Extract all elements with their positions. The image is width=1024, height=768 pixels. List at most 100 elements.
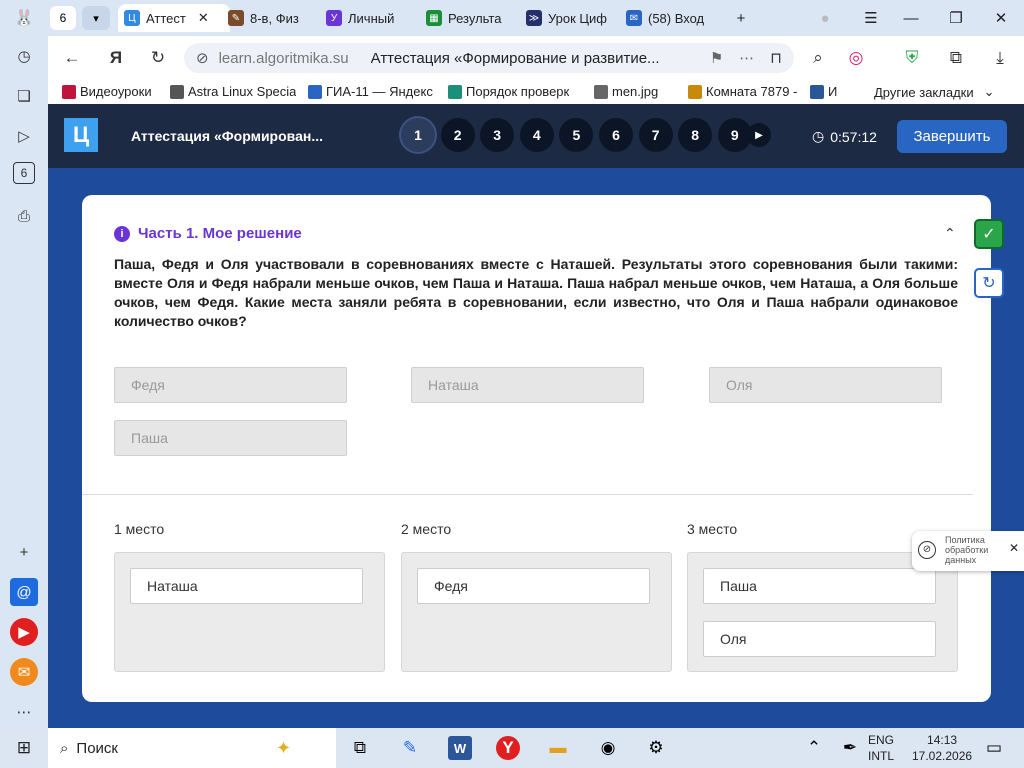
play-icon: ▶ [755, 129, 763, 141]
browser-tab[interactable]: ▦ Результа [426, 4, 518, 32]
tab-groups-badge[interactable]: 6 [13, 162, 35, 184]
question-nav-8[interactable]: 8 [678, 118, 713, 152]
bookmark-item[interactable]: Комната 7879 - Б [688, 84, 800, 99]
answer-chip[interactable]: Наташа [130, 568, 363, 604]
bookmark-item[interactable]: Astra Linux Specia [170, 84, 296, 99]
question-nav-2[interactable]: 2 [440, 118, 475, 152]
tab-label: Аттест [146, 10, 186, 26]
alice-icon[interactable]: ◎ [844, 46, 868, 70]
question-nav-1[interactable]: 1 [401, 118, 435, 152]
messenger-app-icon[interactable]: ✉ [10, 658, 38, 686]
history-icon[interactable]: ◷ [10, 42, 38, 70]
answer-chip[interactable]: Федя [417, 568, 650, 604]
more-icon[interactable]: ⋯ [10, 698, 38, 726]
answer-chip[interactable]: Оля [703, 621, 936, 657]
site-info-icon[interactable]: ⊘ [196, 49, 209, 67]
bookmark-item[interactable]: Видеоуроки [62, 84, 152, 99]
tab-favicon-icon: ✉ [626, 10, 642, 26]
answer-chip[interactable]: Паша [703, 568, 936, 604]
add-panel-icon[interactable]: + [10, 538, 38, 566]
question-nav-6[interactable]: 6 [599, 118, 633, 152]
collapse-icon[interactable]: ⌃ [944, 225, 956, 242]
question-nav-7[interactable]: 7 [638, 118, 673, 152]
question-nav-3[interactable]: 3 [480, 118, 515, 152]
bookmark-icon [810, 84, 824, 99]
browser-tab[interactable]: Ц Аттест ✕ [118, 4, 230, 32]
taskbar-search[interactable]: ⌕ Поиск ✦ [48, 728, 336, 768]
place-label: 2 место [401, 521, 452, 537]
yandex-icon[interactable]: Я [104, 46, 128, 70]
reset-button[interactable]: ↻ [974, 268, 1004, 298]
music-app-icon[interactable]: ▶ [10, 618, 38, 646]
other-bookmarks[interactable]: Другие закладки ⌄ [874, 84, 995, 100]
browser-tab[interactable]: ✎ 8-в, Физ [228, 4, 320, 32]
bookmarks-bar: Другие закладки ⌄ Видеоуроки Astra Linux S… [48, 80, 1024, 104]
collections-icon[interactable]: ❏ [10, 82, 38, 110]
tab-list-button[interactable]: ▾ [82, 6, 110, 30]
mail-app-icon[interactable]: @ [10, 578, 38, 606]
eye-app-icon[interactable]: ◉ [596, 736, 620, 760]
tab-label: Личный [348, 10, 395, 26]
bookmark-item[interactable]: men.jpg [594, 84, 658, 99]
windows-start-icon[interactable]: ⊞ [12, 736, 36, 760]
close-tab-icon[interactable]: ✕ [198, 10, 209, 26]
download-icon[interactable]: ⤓ [988, 46, 1012, 70]
screenshot-icon[interactable]: ⎙ [10, 202, 38, 230]
menu-icon[interactable]: ☰ [858, 6, 884, 30]
bookmark-icon [308, 84, 322, 99]
source-chip-placeholder: Паша [114, 420, 347, 456]
bookmark-item[interactable]: Порядок проверк [448, 84, 569, 99]
tab-favicon-icon: У [326, 10, 342, 26]
task-view-icon[interactable]: ⧉ [348, 736, 372, 760]
search-icon[interactable]: ⌕ [806, 46, 830, 70]
bookmark-icon [448, 84, 462, 99]
word-app-icon[interactable]: W [448, 736, 472, 760]
browser-tab[interactable]: ≫ Урок Циф [526, 4, 618, 32]
restore-button[interactable]: ❐ [943, 6, 969, 30]
part-header-label: Часть 1. Мое решение [138, 225, 302, 242]
next-questions-button[interactable]: ▶ [747, 123, 771, 147]
profile-icon[interactable]: 🐰 [10, 4, 38, 32]
language-indicator[interactable]: ENG INTL [868, 732, 894, 764]
check-button[interactable]: ✓ [974, 219, 1004, 249]
browser-tab[interactable]: У Личный [326, 4, 418, 32]
file-explorer-icon[interactable]: ▬ [546, 736, 570, 760]
more-options-icon[interactable]: ⋯ [739, 49, 754, 67]
divider [82, 494, 973, 495]
close-window-button[interactable]: ✕ [988, 6, 1014, 30]
pen-icon[interactable]: ✒ [838, 736, 862, 760]
clock[interactable]: 14:13 17.02.2026 [912, 732, 972, 764]
video-icon[interactable]: ▷ [10, 122, 38, 150]
back-icon[interactable]: ← [60, 46, 84, 70]
translate-icon[interactable]: ⚑ [710, 49, 723, 67]
extensions-icon[interactable]: ⧉ [944, 46, 968, 70]
question-nav-4[interactable]: 4 [519, 118, 554, 152]
new-tab-button[interactable]: + [728, 6, 754, 30]
question-nav-5[interactable]: 5 [559, 118, 594, 152]
tab-favicon-icon: ✎ [228, 10, 244, 26]
reload-icon[interactable]: ↻ [146, 46, 170, 70]
account-icon[interactable]: ● [812, 6, 838, 30]
test-title: Аттестация «Формирован... [131, 128, 323, 144]
bookmark-icon [594, 84, 608, 99]
algoritmika-logo[interactable]: Ц [64, 118, 98, 152]
settings-icon[interactable]: ⚙ [644, 736, 668, 760]
yandex-browser-app-icon[interactable]: Y [496, 736, 520, 760]
bookmark-label: И [828, 84, 838, 99]
stopwatch-icon: ◷ [812, 128, 825, 144]
bookmark-icon[interactable]: ⊓ [770, 49, 782, 67]
privacy-popup[interactable]: ⊘ Политика обработки данных ✕ [912, 531, 1024, 571]
other-bookmarks-label: Другие закладки [874, 84, 974, 100]
notifications-icon[interactable]: ▭ [982, 736, 1006, 760]
tab-count-button[interactable]: 6 [50, 6, 76, 30]
bookmark-item[interactable]: И [810, 84, 837, 99]
finish-button[interactable]: Завершить [897, 120, 1007, 153]
tray-chevron-icon[interactable]: ⌃ [802, 736, 826, 760]
bookmark-item[interactable]: ГИА-11 — Яндекс [308, 84, 433, 99]
minimize-button[interactable]: — [898, 6, 924, 30]
close-icon[interactable]: ✕ [1009, 542, 1019, 554]
browser-tab[interactable]: ✉ (58) Вход [626, 4, 718, 32]
url-field[interactable]: ⊘ learn.algoritmika.su Аттестация «Форми… [184, 43, 794, 73]
protect-icon[interactable]: ⛨ [900, 46, 924, 70]
paint-app-icon[interactable]: ✎ [398, 736, 422, 760]
